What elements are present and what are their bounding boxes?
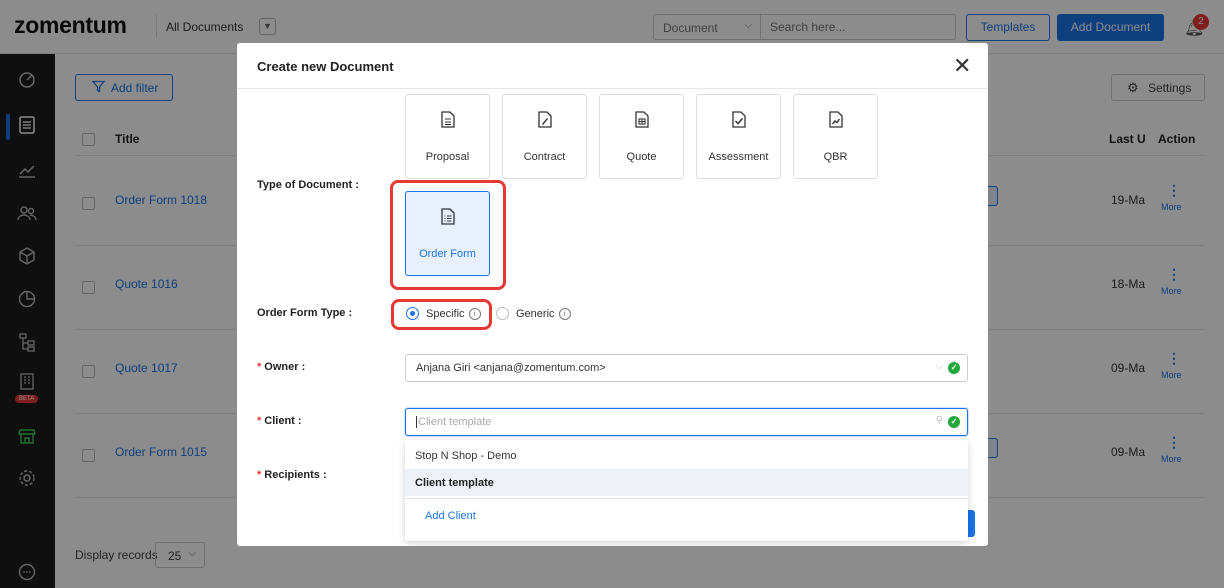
doc-type-label: Quote	[626, 151, 657, 163]
dropdown-option[interactable]: Stop N Shop - Demo	[405, 442, 968, 469]
order-form-type-generic[interactable]: Generic i	[496, 307, 571, 320]
add-client-button[interactable]: Add Client	[425, 510, 476, 522]
info-icon[interactable]: i	[468, 307, 481, 320]
search-icon: ⚲	[935, 415, 943, 426]
radio-label: Generic	[516, 307, 555, 320]
doc-type-assessment[interactable]: Assessment	[696, 94, 781, 179]
chevron-down-icon: ⌵	[935, 361, 943, 372]
chart-document-icon	[794, 111, 877, 133]
client-label: * Client :	[257, 415, 302, 427]
type-of-document-label: Type of Document :	[257, 179, 359, 191]
signed-document-icon	[503, 111, 586, 133]
order-form-type-label: Order Form Type :	[257, 307, 353, 319]
dropdown-option[interactable]: Client template	[405, 469, 968, 496]
create-document-modal: Create new Document ✕ Proposal Contract …	[237, 43, 988, 546]
check-icon: ✓	[948, 362, 960, 374]
doc-type-order-form[interactable]: Order Form	[405, 191, 490, 276]
modal-header: Create new Document ✕	[237, 43, 988, 89]
create-button[interactable]	[967, 510, 975, 537]
doc-type-proposal[interactable]: Proposal	[405, 94, 490, 179]
info-icon[interactable]: i	[558, 307, 571, 320]
client-placeholder: Client template	[416, 416, 492, 428]
recipients-label: * Recipients :	[257, 469, 327, 481]
radio-button[interactable]	[496, 307, 509, 320]
list-document-icon	[406, 208, 489, 230]
doc-type-label: Order Form	[419, 248, 476, 260]
doc-type-label: Assessment	[708, 151, 769, 163]
doc-type-contract[interactable]: Contract	[502, 94, 587, 179]
document-icon	[406, 111, 489, 133]
owner-select[interactable]: Anjana Giri <anjana@zomentum.com> ⌵ ✓	[405, 354, 968, 382]
client-search-input[interactable]: Client template ⚲ ✓	[405, 408, 968, 436]
check-icon: ✓	[948, 416, 960, 428]
calculator-document-icon	[600, 111, 683, 133]
doc-type-label: Proposal	[425, 151, 470, 163]
doc-type-label: QBR	[823, 151, 848, 163]
doc-type-label: Contract	[523, 151, 566, 163]
client-dropdown: Stop N Shop - Demo Client template Add C…	[405, 440, 968, 541]
owner-value: Anjana Giri <anjana@zomentum.com>	[416, 362, 606, 374]
divider	[405, 498, 968, 499]
owner-label: * Owner :	[257, 361, 306, 373]
doc-type-qbr[interactable]: QBR	[793, 94, 878, 179]
check-document-icon	[697, 111, 780, 133]
modal-title: Create new Document	[257, 59, 394, 74]
radio-label: Specific	[426, 307, 465, 320]
close-icon[interactable]: ✕	[953, 55, 971, 77]
order-form-type-specific[interactable]: Specific i	[406, 307, 481, 320]
radio-button[interactable]	[406, 307, 419, 320]
doc-type-quote[interactable]: Quote	[599, 94, 684, 179]
